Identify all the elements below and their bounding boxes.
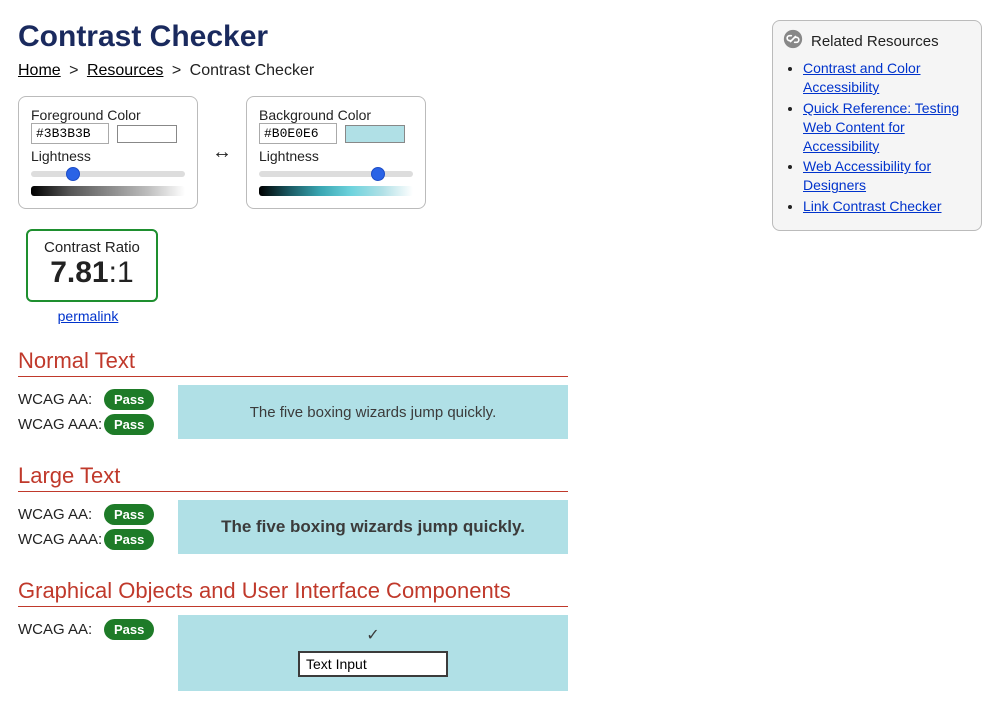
page-title: Contrast Checker bbox=[18, 20, 744, 54]
contrast-ratio-box: Contrast Ratio 7.81:1 bbox=[26, 229, 158, 302]
list-item: Web Accessibility for Designers bbox=[803, 157, 971, 195]
check-icon: ✓ bbox=[366, 625, 379, 645]
permalink-link[interactable]: permalink bbox=[28, 308, 148, 324]
background-lightness-label: Lightness bbox=[259, 148, 413, 164]
ratio-denom: :1 bbox=[109, 256, 134, 289]
normal-aa-label: WCAG AA: bbox=[18, 391, 104, 408]
breadcrumb-sep: > bbox=[69, 62, 78, 79]
large-aa-label: WCAG AA: bbox=[18, 506, 104, 523]
large-aaa-badge: Pass bbox=[104, 529, 154, 550]
breadcrumb: Home > Resources > Contrast Checker bbox=[18, 62, 744, 80]
link-icon bbox=[783, 29, 803, 53]
swap-colors-icon[interactable]: ↔ bbox=[208, 141, 236, 164]
related-link[interactable]: Contrast and Color Accessibility bbox=[803, 60, 921, 95]
ui-heading: Graphical Objects and User Interface Com… bbox=[18, 578, 568, 607]
related-heading: Related Resources bbox=[811, 33, 939, 50]
ui-sample: ✓ bbox=[178, 615, 568, 691]
large-text-sample[interactable]: The five boxing wizards jump quickly. bbox=[178, 500, 568, 554]
normal-aaa-label: WCAG AAA: bbox=[18, 416, 104, 433]
related-link[interactable]: Web Accessibility for Designers bbox=[803, 158, 931, 193]
list-item: Link Contrast Checker bbox=[803, 197, 971, 216]
related-resources-box: Related Resources Contrast and Color Acc… bbox=[772, 20, 982, 231]
breadcrumb-current: Contrast Checker bbox=[190, 62, 315, 79]
contrast-ratio-label: Contrast Ratio bbox=[44, 239, 140, 256]
list-item: Contrast and Color Accessibility bbox=[803, 59, 971, 97]
background-lightness-slider[interactable] bbox=[259, 171, 413, 177]
foreground-lightness-slider[interactable] bbox=[31, 171, 185, 177]
related-link[interactable]: Link Contrast Checker bbox=[803, 198, 942, 214]
normal-text-sample[interactable]: The five boxing wizards jump quickly. bbox=[178, 385, 568, 439]
normal-aaa-badge: Pass bbox=[104, 414, 154, 435]
large-text-heading: Large Text bbox=[18, 463, 568, 492]
foreground-hue-bar[interactable] bbox=[31, 186, 185, 196]
foreground-picker: Foreground Color Lightness bbox=[18, 96, 198, 209]
list-item: Quick Reference: Testing Web Content for… bbox=[803, 99, 971, 156]
ui-sample-input[interactable] bbox=[298, 651, 448, 677]
background-picker: Background Color Lightness bbox=[246, 96, 426, 209]
foreground-lightness-label: Lightness bbox=[31, 148, 185, 164]
foreground-hex-input[interactable] bbox=[31, 123, 109, 144]
foreground-swatch[interactable] bbox=[117, 125, 177, 143]
breadcrumb-resources[interactable]: Resources bbox=[87, 62, 163, 79]
foreground-legend: Foreground Color bbox=[31, 107, 185, 123]
ui-aa-badge: Pass bbox=[104, 619, 154, 640]
background-legend: Background Color bbox=[259, 107, 413, 123]
breadcrumb-home[interactable]: Home bbox=[18, 62, 61, 79]
normal-text-heading: Normal Text bbox=[18, 348, 568, 377]
normal-aa-badge: Pass bbox=[104, 389, 154, 410]
contrast-ratio-value: 7.81:1 bbox=[44, 256, 140, 290]
breadcrumb-sep: > bbox=[172, 62, 181, 79]
related-link[interactable]: Quick Reference: Testing Web Content for… bbox=[803, 100, 959, 154]
large-aaa-label: WCAG AAA: bbox=[18, 531, 104, 548]
background-swatch[interactable] bbox=[345, 125, 405, 143]
ratio-number: 7.81 bbox=[50, 256, 108, 289]
background-hex-input[interactable] bbox=[259, 123, 337, 144]
background-hue-bar[interactable] bbox=[259, 186, 413, 196]
large-aa-badge: Pass bbox=[104, 504, 154, 525]
